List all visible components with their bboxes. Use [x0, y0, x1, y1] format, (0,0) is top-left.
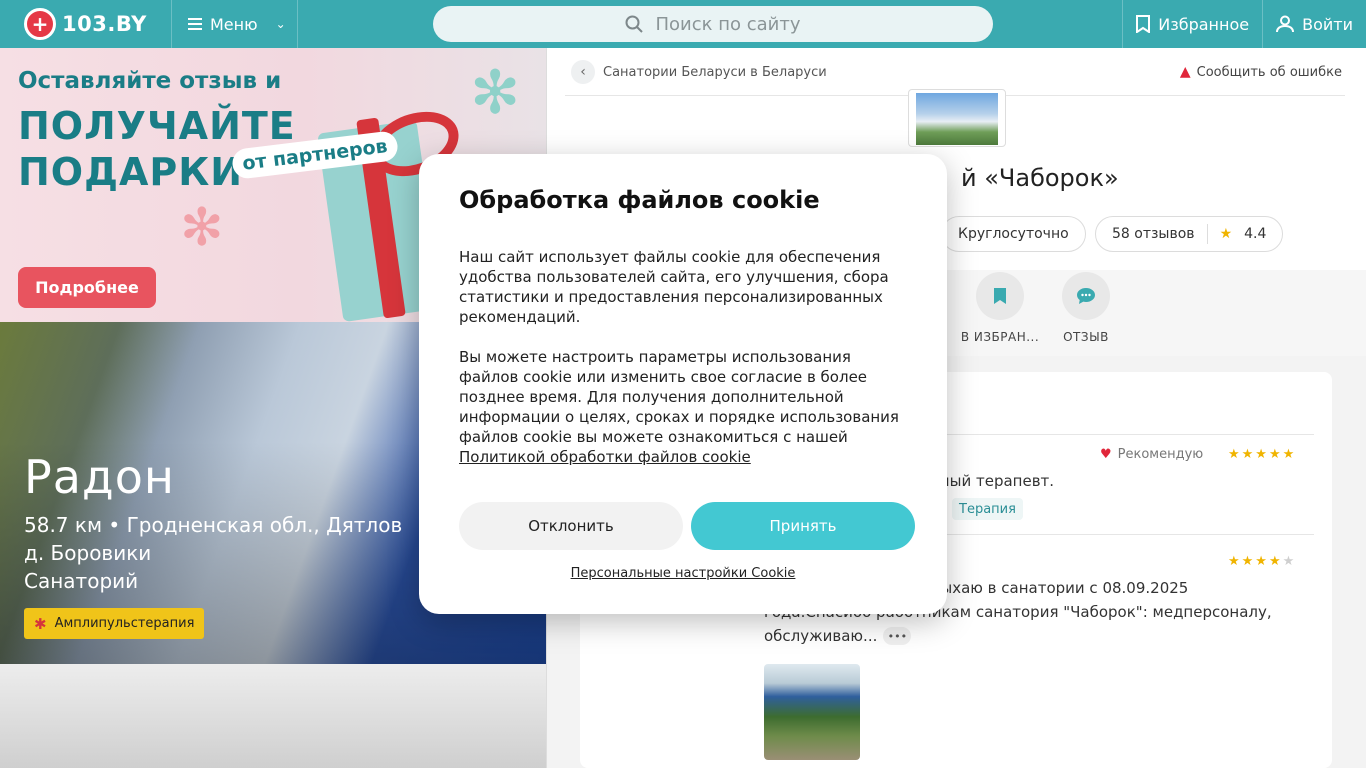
promo-line-2: ПОЛУЧАЙТЕ	[18, 104, 296, 148]
write-review-button[interactable]: ОТЗЫВ	[1041, 272, 1131, 344]
reviews-chip[interactable]: 58 отзывов ★ 4.4	[1095, 216, 1284, 252]
search-placeholder: Поиск по сайту	[655, 13, 801, 35]
cookie-settings-link[interactable]: Персональные настройки Cookie	[419, 566, 947, 581]
medical-cross-icon: +	[24, 8, 56, 40]
recommend-badge: ♥ Рекомендую	[1100, 447, 1203, 462]
hamburger-icon	[188, 18, 202, 30]
cookie-policy-link[interactable]: Политикой обработки файлов cookie	[459, 448, 751, 466]
breadcrumb-label[interactable]: Санатории Беларуси в Беларуси	[603, 65, 827, 80]
login-label: Войти	[1302, 14, 1353, 34]
card-distance: 58.7 км • Гродненская обл., Дятлов	[24, 513, 403, 537]
report-error-link[interactable]: ▲ Сообщить об ошибке	[1180, 64, 1342, 80]
reviews-count: 58 отзывов	[1112, 226, 1195, 242]
chevron-down-icon: ⌄	[275, 17, 286, 31]
login-link[interactable]: Войти	[1262, 0, 1366, 48]
hours-chip[interactable]: Круглосуточно	[941, 216, 1086, 252]
accept-button[interactable]: Принять	[691, 502, 915, 550]
menu-button[interactable]: Меню ⌄	[172, 0, 298, 48]
review-tag[interactable]: Терапия	[952, 498, 1023, 520]
promo-line-1: Оставляйте отзыв и	[18, 68, 282, 94]
dialog-title: Обработка файлов cookie	[459, 186, 820, 214]
dialog-paragraph: Вы можете настроить параметры использова…	[459, 347, 907, 467]
warning-icon: ▲	[1179, 64, 1191, 80]
site-logo[interactable]: + 103.BY	[0, 0, 172, 48]
card-type: Санаторий	[24, 569, 139, 593]
favorites-label: Избранное	[1158, 14, 1250, 34]
review-rating-stars: ★★★★★	[1228, 447, 1297, 462]
rating-value: 4.4	[1244, 226, 1267, 242]
review-text: нный терапевт.	[930, 472, 1055, 490]
chevron-left-icon[interactable]: ‹	[571, 60, 595, 84]
next-card-preview	[0, 664, 546, 768]
organization-title: й «Чаборок»	[961, 164, 1119, 192]
recommend-label: Рекомендую	[1117, 447, 1204, 462]
building-photo	[916, 93, 998, 145]
favorites-action-label: В ИЗБРАН...	[960, 330, 1040, 344]
snowflake-icon: ✻	[470, 58, 521, 128]
dialog-paragraph: Наш сайт использует файлы cookie для обе…	[459, 248, 889, 326]
search-input[interactable]: Поиск по сайту	[433, 6, 993, 42]
bookmark-icon	[976, 272, 1024, 320]
expand-review-button[interactable]: •••	[883, 627, 912, 645]
dialog-paragraph-text: Вы можете настроить параметры использова…	[459, 348, 899, 446]
favorites-link[interactable]: Избранное	[1122, 0, 1262, 48]
tag-label: Амплипульстерапия	[54, 616, 195, 631]
menu-label: Меню	[210, 14, 258, 34]
logo-text: 103.BY	[62, 12, 147, 36]
divider	[1206, 224, 1208, 244]
organization-photo[interactable]	[908, 89, 1006, 147]
dialog-buttons: Отклонить Принять	[459, 502, 915, 550]
review-text-line: дыхаю в санатории с 08.09.2025	[930, 579, 1189, 597]
card-procedure-tag: ✱ Амплипульстерапия	[24, 608, 205, 639]
search-icon	[625, 15, 644, 33]
star-icon: ★	[1219, 226, 1233, 242]
card-title: Радон	[24, 450, 175, 504]
breadcrumb[interactable]: ‹ Санатории Беларуси в Беларуси	[571, 60, 827, 84]
snowflake-icon: ✻	[180, 198, 224, 258]
cookie-consent-dialog: Обработка файлов cookie Наш сайт использ…	[419, 154, 947, 614]
promo-line-3: ПОДАРКИ	[18, 150, 244, 194]
heart-icon: ♥	[1100, 447, 1112, 462]
card-address: д. Боровики	[24, 541, 152, 565]
chat-bubble-icon	[1062, 272, 1110, 320]
report-label: Сообщить об ошибке	[1196, 64, 1342, 80]
header-actions: Избранное Войти	[1122, 0, 1366, 48]
review-rating-stars: ★★★★★	[1228, 554, 1297, 569]
site-header: + 103.BY Меню ⌄ Поиск по сайту Избранное…	[0, 0, 1366, 48]
add-to-favorites-button[interactable]: В ИЗБРАН...	[955, 272, 1045, 344]
review-action-label: ОТЗЫВ	[1063, 330, 1109, 344]
decline-button[interactable]: Отклонить	[459, 502, 683, 550]
promo-details-button[interactable]: Подробнее	[18, 267, 156, 308]
bookmark-icon	[1136, 15, 1151, 33]
review-text-truncated: обслуживаю...	[764, 627, 878, 645]
asterisk-icon: ✱	[34, 614, 47, 633]
review-photo[interactable]	[764, 664, 860, 760]
user-icon	[1276, 15, 1295, 33]
review-text-line: обслуживаю... •••	[764, 627, 912, 645]
